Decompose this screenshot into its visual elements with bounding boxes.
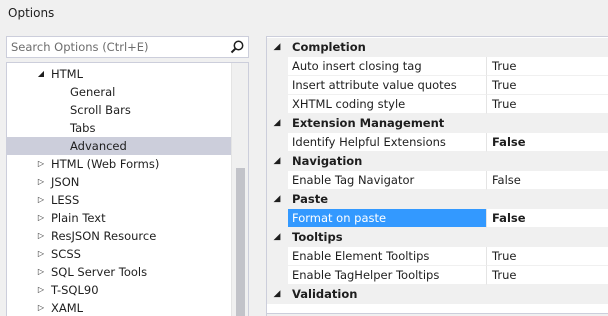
collapsed-triangle-icon[interactable]: ▷: [36, 245, 46, 263]
property-row[interactable]: Identify Helpful Extensions False: [267, 133, 608, 152]
property-name[interactable]: Identify Helpful Extensions: [288, 133, 487, 152]
options-tree: ◢ HTML General Scroll Bars Tabs Advanced ▷ HTML…: [6, 62, 249, 316]
tree-item[interactable]: ▷ ResJSON Resource: [7, 227, 231, 245]
tree-item[interactable]: ▷ Plain Text: [7, 209, 231, 227]
tree-item-label: HTML (Web Forms): [51, 157, 160, 171]
property-value[interactable]: True: [487, 76, 608, 95]
row-gutter: [267, 171, 288, 190]
tree-item[interactable]: ▷ JSON: [7, 173, 231, 191]
property-name[interactable]: Auto insert closing tag: [288, 57, 487, 76]
tree-item[interactable]: ▷ LESS: [7, 191, 231, 209]
tree-item-label: ResJSON Resource: [51, 229, 157, 243]
row-gutter: [267, 266, 288, 285]
tree-item-label: Plain Text: [51, 211, 106, 225]
property-row[interactable]: Enable Tag Navigator False: [267, 171, 608, 190]
category-label: Validation: [292, 287, 358, 301]
expanded-triangle-icon[interactable]: ◢: [270, 152, 284, 171]
row-gutter: [267, 57, 288, 76]
row-gutter: [267, 209, 288, 228]
tree-item[interactable]: General: [7, 83, 231, 101]
row-gutter: [267, 76, 288, 95]
tree-item-label: T-SQL90: [51, 283, 99, 297]
property-row[interactable]: XHTML coding style True: [267, 95, 608, 114]
collapsed-triangle-icon[interactable]: ▷: [36, 263, 46, 281]
row-gutter: [267, 95, 288, 114]
category-label: Completion: [292, 40, 366, 54]
expanded-triangle-icon[interactable]: ◢: [36, 65, 46, 83]
collapsed-triangle-icon[interactable]: ▷: [36, 281, 46, 299]
property-row[interactable]: Format on paste False: [267, 209, 608, 228]
collapsed-triangle-icon[interactable]: ▷: [36, 155, 46, 173]
collapsed-triangle-icon[interactable]: ▷: [36, 227, 46, 245]
tree-item[interactable]: ▷ SCSS: [7, 245, 231, 263]
category-row[interactable]: ◢ Paste: [267, 190, 608, 209]
property-grid: ◢ Completion Auto insert closing tag True In…: [266, 36, 608, 316]
expanded-triangle-icon[interactable]: ◢: [270, 190, 284, 209]
tree-item-label: HTML: [51, 67, 84, 81]
tree-item[interactable]: ▷ SQL Server Tools: [7, 263, 231, 281]
tree-item-label: JSON: [51, 175, 80, 189]
tree-item[interactable]: ▷ T-SQL90: [7, 281, 231, 299]
tree-item-label: SQL Server Tools: [51, 265, 148, 279]
tree-item-label: Scroll Bars: [70, 103, 131, 117]
search-input[interactable]: [11, 40, 221, 54]
property-name[interactable]: XHTML coding style: [288, 95, 487, 114]
property-name[interactable]: Format on paste: [288, 209, 487, 228]
tree-item[interactable]: ◢ HTML: [7, 65, 231, 83]
tree-item-label: General: [70, 85, 116, 99]
tree-scrollbar[interactable]: [231, 63, 248, 316]
property-value[interactable]: True: [487, 247, 608, 266]
category-row[interactable]: ◢ Completion: [267, 38, 608, 57]
expanded-triangle-icon[interactable]: ◢: [270, 285, 284, 304]
tree-item[interactable]: Scroll Bars: [7, 101, 231, 119]
property-value[interactable]: False: [487, 209, 608, 228]
property-value[interactable]: True: [487, 266, 608, 285]
property-row[interactable]: Insert attribute value quotes True: [267, 76, 608, 95]
collapsed-triangle-icon[interactable]: ▷: [36, 299, 46, 316]
tree-item[interactable]: Advanced: [7, 137, 231, 155]
category-row[interactable]: ◢ Tooltips: [267, 228, 608, 247]
category-label: Navigation: [292, 154, 363, 168]
property-name[interactable]: Enable Tag Navigator: [288, 171, 487, 190]
property-value[interactable]: False: [487, 171, 608, 190]
tree-item[interactable]: ▷ HTML (Web Forms): [7, 155, 231, 173]
property-name[interactable]: Enable TagHelper Tooltips: [288, 266, 487, 285]
property-row[interactable]: Enable Element Tooltips True: [267, 247, 608, 266]
window-title: Options: [8, 6, 55, 20]
property-value[interactable]: True: [487, 95, 608, 114]
tree-item-label: SCSS: [51, 247, 81, 261]
category-label: Paste: [292, 192, 329, 206]
category-label: Tooltips: [292, 230, 343, 244]
row-gutter: [267, 133, 288, 152]
tree-item-label: Tabs: [70, 121, 96, 135]
search-box[interactable]: [6, 36, 249, 58]
property-row[interactable]: Enable TagHelper Tooltips True: [267, 266, 608, 285]
tree-item[interactable]: ▷ XAML: [7, 299, 231, 316]
property-name[interactable]: Enable Element Tooltips: [288, 247, 487, 266]
property-value[interactable]: False: [487, 133, 608, 152]
tree-item-label: LESS: [51, 193, 80, 207]
category-label: Extension Management: [292, 116, 445, 130]
search-icon[interactable]: [229, 39, 245, 55]
tree-item[interactable]: Tabs: [7, 119, 231, 137]
row-gutter: [267, 247, 288, 266]
collapsed-triangle-icon[interactable]: ▷: [36, 209, 46, 227]
tree-scrollbar-thumb[interactable]: [236, 168, 245, 316]
property-value[interactable]: True: [487, 57, 608, 76]
expanded-triangle-icon[interactable]: ◢: [270, 38, 284, 57]
expanded-triangle-icon[interactable]: ◢: [270, 228, 284, 247]
collapsed-triangle-icon[interactable]: ▷: [36, 173, 46, 191]
tree-item-label: XAML: [51, 301, 84, 315]
category-row[interactable]: ◢ Extension Management: [267, 114, 608, 133]
property-row[interactable]: Auto insert closing tag True: [267, 57, 608, 76]
category-row[interactable]: ◢ Validation: [267, 285, 608, 304]
tree-item-label: Advanced: [70, 139, 127, 153]
property-name[interactable]: Insert attribute value quotes: [288, 76, 487, 95]
category-row[interactable]: ◢ Navigation: [267, 152, 608, 171]
expanded-triangle-icon[interactable]: ◢: [270, 114, 284, 133]
collapsed-triangle-icon[interactable]: ▷: [36, 191, 46, 209]
